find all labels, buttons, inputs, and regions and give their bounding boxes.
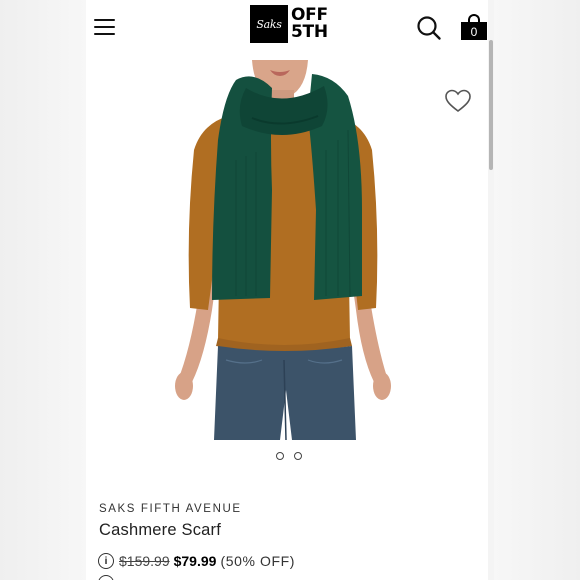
heart-icon[interactable] xyxy=(444,89,472,113)
price-row: i $159.99 $79.99 (50% OFF) xyxy=(98,553,295,569)
hamburger-menu-icon[interactable] xyxy=(94,17,116,37)
background-right xyxy=(494,0,580,580)
carousel-dots xyxy=(276,452,302,460)
logo-mark: Saks xyxy=(250,5,288,43)
shopping-bag-icon[interactable]: 0 xyxy=(459,12,489,42)
search-icon[interactable] xyxy=(416,15,442,41)
original-price: $159.99 xyxy=(119,553,170,569)
discount-label: (50% OFF) xyxy=(220,553,296,569)
sale-price: $79.99 xyxy=(173,553,217,569)
logo-mark-text: Saks xyxy=(256,17,282,31)
info-icon[interactable]: i xyxy=(98,553,114,569)
product-brand[interactable]: SAKS FIFTH AVENUE xyxy=(99,503,242,515)
product-image[interactable] xyxy=(86,60,494,441)
logo-line-2: 5TH xyxy=(291,22,328,42)
product-page: Saks OFF 5TH 0 SAKS FIFTH AVENUE Cashmer… xyxy=(86,0,494,580)
bag-count-badge: 0 xyxy=(470,25,478,39)
carousel-dot-1[interactable] xyxy=(276,452,284,460)
carousel-dot-2[interactable] xyxy=(294,452,302,460)
site-logo[interactable]: Saks OFF 5TH xyxy=(250,4,328,44)
info-icon-glyph: i xyxy=(104,555,108,567)
background-left xyxy=(0,0,86,580)
logo-wordmark: OFF 5TH xyxy=(291,7,328,41)
partial-circle-icon xyxy=(98,575,114,580)
product-name: Cashmere Scarf xyxy=(99,521,222,539)
scrollbar-thumb[interactable] xyxy=(489,40,493,170)
